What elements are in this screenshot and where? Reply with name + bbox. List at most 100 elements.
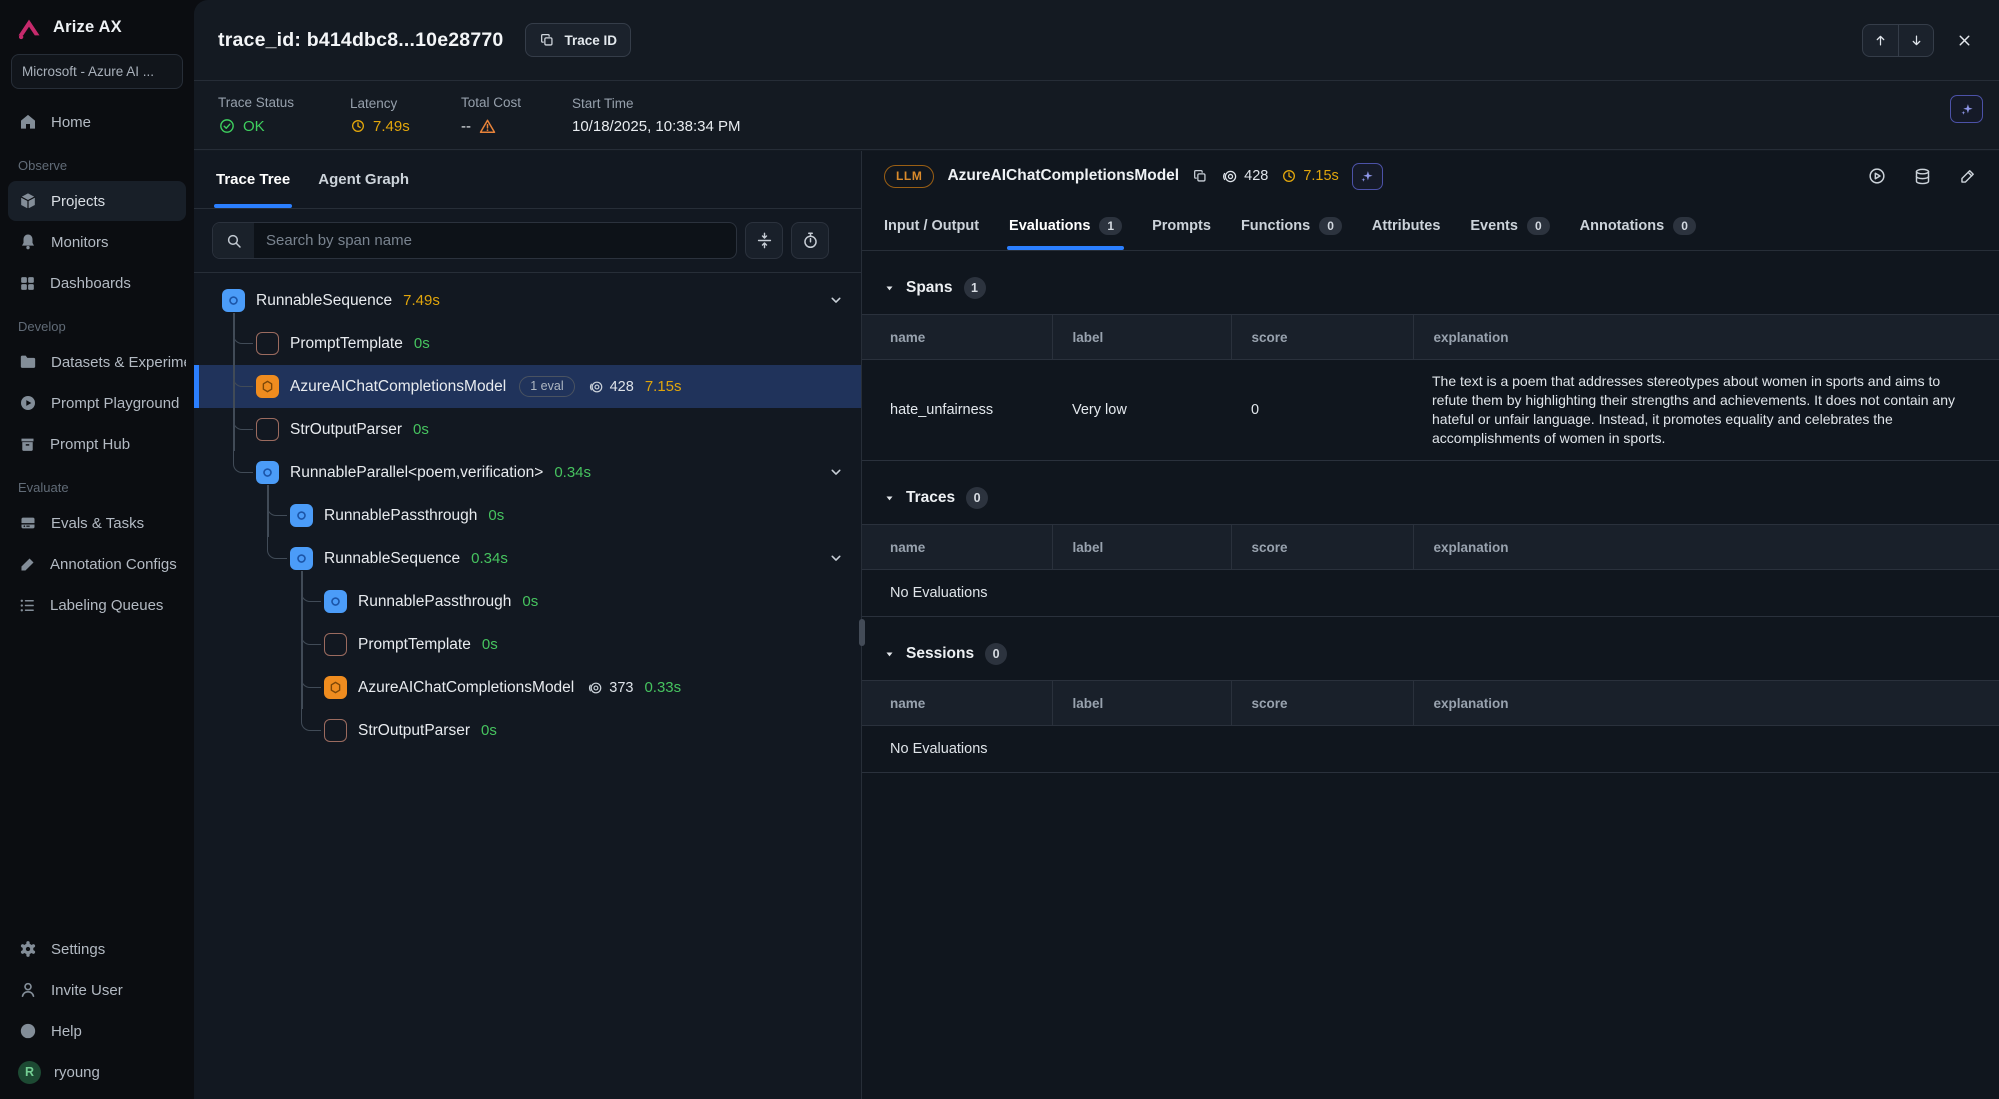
sparkle-icon [1959,101,1975,117]
close-button[interactable] [1956,32,1973,49]
arize-logo-icon [15,15,43,40]
sidebar-item-evals-tasks[interactable]: Evals & Tasks [8,503,186,543]
sidebar-item-projects[interactable]: Projects [8,181,186,221]
stat-latency: Latency 7.49s [350,96,461,135]
tab-trace-tree[interactable]: Trace Tree [216,151,290,208]
section-header-traces[interactable]: Traces0 [862,461,1999,524]
span-ai-button[interactable] [1352,163,1383,190]
collapse-all-button[interactable] [745,222,783,259]
collapse-row-button[interactable] [827,549,845,572]
play-circle-icon [18,393,38,413]
tab-attributes[interactable]: Attributes [1372,201,1440,250]
tab-label: Input / Output [884,218,979,234]
avatar: R [18,1061,41,1084]
pencil-icon [1958,167,1977,186]
dataset-button[interactable] [1913,167,1932,186]
span-name: RunnableSequence [324,550,460,568]
sidebar-item-invite-user[interactable]: Invite User [8,970,186,1010]
section-title: Sessions [906,645,974,663]
sidebar-item-monitors[interactable]: Monitors [8,222,186,262]
sidebar-item-label: Labeling Queues [50,597,163,614]
panel-resize-grip[interactable] [859,619,865,646]
project-selector[interactable]: Microsoft - Azure AI ... [11,54,183,89]
tab-agent-graph[interactable]: Agent Graph [318,151,409,208]
section-header-sessions[interactable]: Sessions0 [862,617,1999,680]
tree-row[interactable]: PromptTemplate0s [194,322,861,365]
collapse-row-button[interactable] [827,463,845,486]
tree-row[interactable]: StrOutputParser0s [194,408,861,451]
prev-trace-button[interactable] [1863,25,1898,56]
span-kind-badge: LLM [884,165,934,188]
span-kind-llm-icon [256,375,279,398]
tree-row[interactable]: RunnableParallel<poem,verification>0.34s [194,451,861,494]
arrow-up-icon [1873,33,1888,48]
stat-value: -- [461,118,471,135]
column-header: score [1231,315,1413,360]
copy-span-button[interactable] [1192,168,1208,184]
clock-icon [350,118,366,134]
sidebar-item-annotation-configs[interactable]: Annotation Configs [8,544,186,584]
evaluations-table: namelabelscoreexplanationNo Evaluations [862,524,1999,617]
collapse-row-button[interactable] [827,291,845,314]
tree-row[interactable]: RunnablePassthrough0s [194,580,861,623]
span-tree: RunnableSequence7.49sPromptTemplate0sAzu… [194,273,861,1099]
search-input[interactable] [254,232,736,249]
tree-row[interactable]: AzureAIChatCompletionsModel3730.33s [194,666,861,709]
tree-row[interactable]: PromptTemplate0s [194,623,861,666]
span-name: RunnablePassthrough [324,507,477,525]
sidebar-item-datasets-experiments[interactable]: Datasets & Experiments [8,342,186,382]
column-header: explanation [1413,525,1999,570]
replay-button[interactable] [1867,166,1887,186]
column-header: name [862,315,1052,360]
span-search [212,222,737,259]
latency-toggle-button[interactable] [791,222,829,259]
tab-annotations[interactable]: Annotations0 [1580,201,1696,250]
trace-drawer: trace_id: b414dbc8...10e28770 Trace ID T… [194,0,1999,1099]
copy-icon [539,32,555,48]
span-duration: 0s [413,421,429,438]
span-duration: 0s [488,507,504,524]
tree-row[interactable]: RunnableSequence7.49s [194,279,861,322]
tab-evaluations[interactable]: Evaluations1 [1009,201,1122,250]
eval-score: 0 [1231,360,1413,461]
span-kind-chain-icon [222,289,245,312]
tree-row[interactable]: StrOutputParser0s [194,709,861,752]
trace-id-button[interactable]: Trace ID [525,23,631,57]
eval-label: Very low [1052,360,1231,461]
brand: Arize AX [0,0,194,52]
sidebar-item-prompt-hub[interactable]: Prompt Hub [8,424,186,464]
empty-row: No Evaluations [862,726,1999,773]
sidebar-item-settings[interactable]: Settings [8,929,186,969]
user-menu[interactable]: Rryoung [8,1052,186,1092]
tab-functions[interactable]: Functions0 [1241,201,1342,250]
annotate-button[interactable] [1958,167,1977,186]
sidebar-item-label: Settings [51,941,105,958]
tab-prompts[interactable]: Prompts [1152,201,1211,250]
triangle-down-icon [884,283,895,294]
span-duration: 0s [522,593,538,610]
trace-header: trace_id: b414dbc8...10e28770 Trace ID [194,0,1999,81]
tab-count-badge: 0 [1319,217,1342,235]
ai-assistant-button[interactable] [1950,95,1983,123]
tab-input-output[interactable]: Input / Output [884,201,979,250]
sidebar-item-home[interactable]: Home [8,102,186,142]
span-kind-chain-icon [324,719,347,742]
section-header-spans[interactable]: Spans1 [862,251,1999,314]
span-kind-chain-icon [256,332,279,355]
next-trace-button[interactable] [1898,25,1933,56]
tree-row[interactable]: RunnableSequence0.34s [194,537,861,580]
clock-icon [1281,168,1297,184]
column-header: label [1052,681,1231,726]
sidebar-item-labeling-queues[interactable]: Labeling Queues [8,585,186,625]
span-kind-chain-icon [256,461,279,484]
tab-events[interactable]: Events0 [1470,201,1549,250]
stopwatch-icon [801,231,820,250]
sidebar-footer: Settings Invite User?HelpRryoung [0,926,194,1099]
sidebar-item-dashboards[interactable]: Dashboards [8,263,186,303]
tree-row[interactable]: RunnablePassthrough 0s [194,494,861,537]
svg-text:?: ? [25,1027,31,1038]
sidebar-item-prompt-playground[interactable]: Prompt Playground [8,383,186,423]
tree-row[interactable]: AzureAIChatCompletionsModel1 eval4287.15… [194,365,861,408]
section-count-badge: 1 [964,277,986,299]
sidebar-item-help[interactable]: ?Help [8,1011,186,1051]
